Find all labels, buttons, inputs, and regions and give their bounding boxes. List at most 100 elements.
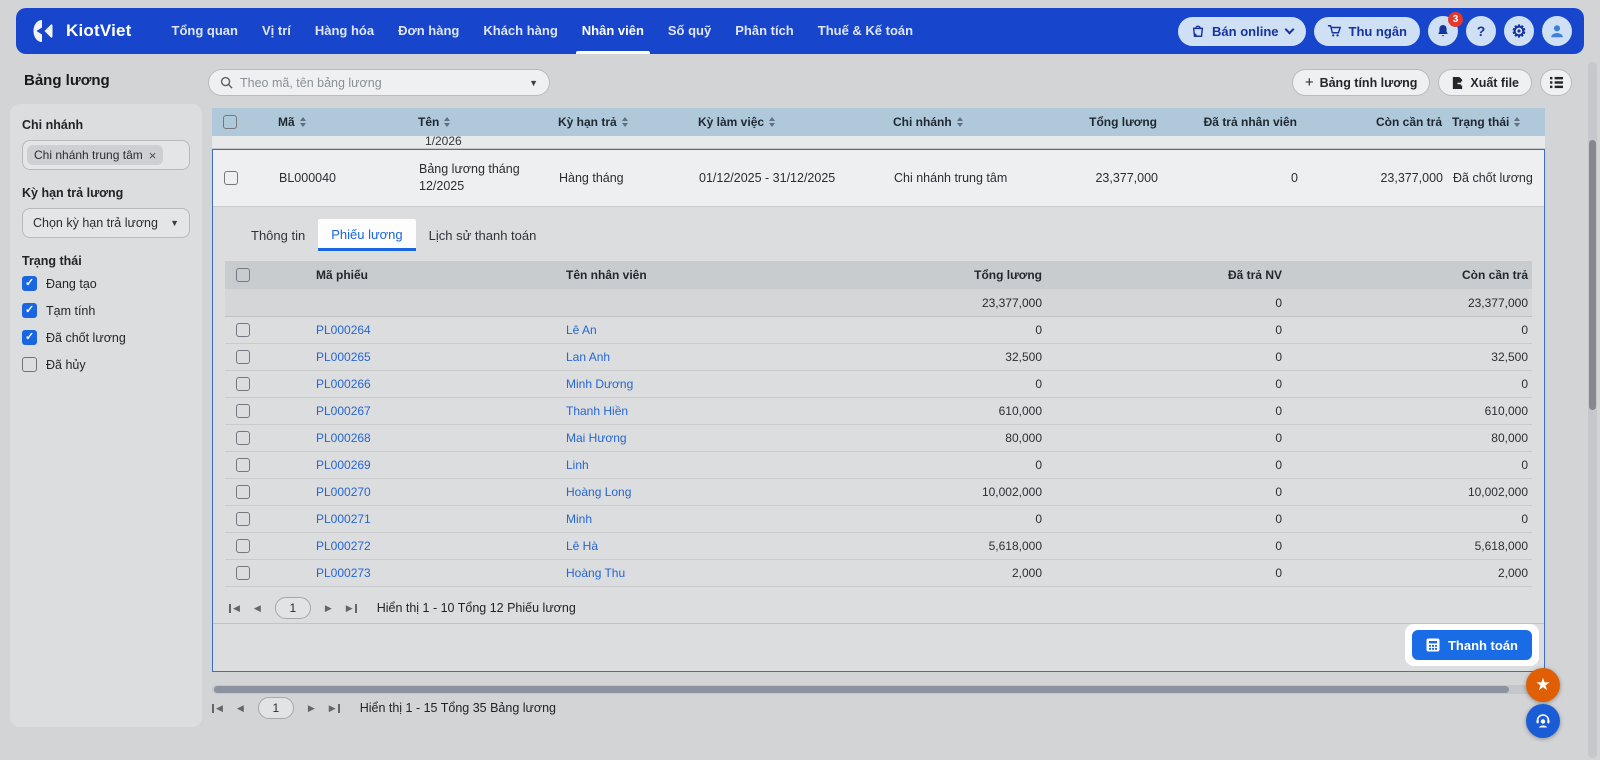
employee-name-link[interactable]: Minh Dương xyxy=(566,377,633,391)
payslip-row[interactable]: PL000266 Minh Dương 0 0 0 xyxy=(225,371,1532,398)
column-settings-button[interactable] xyxy=(1540,69,1572,96)
next-page-icon[interactable]: ▶ xyxy=(325,603,332,613)
pay-button[interactable]: Thanh toán xyxy=(1411,630,1532,660)
payslip-code-link[interactable]: PL000266 xyxy=(316,377,371,391)
payslip-checkbox[interactable] xyxy=(236,431,250,445)
search-caret-icon[interactable]: ▼ xyxy=(529,78,538,88)
prev-page-icon[interactable]: ◀ xyxy=(254,603,261,613)
employee-name-link[interactable]: Thanh Hiền xyxy=(566,404,628,418)
sort-icon[interactable] xyxy=(769,117,776,127)
nav-item-9[interactable]: Thuế & Kế toán xyxy=(806,8,925,54)
employee-name-link[interactable]: Linh xyxy=(566,458,589,472)
thu-ngan-button[interactable]: Thu ngân xyxy=(1313,16,1420,46)
tab-3[interactable]: Lịch sử thanh toán xyxy=(416,220,550,251)
payslip-code-link[interactable]: PL000267 xyxy=(316,404,371,418)
sort-icon[interactable] xyxy=(444,117,451,127)
term-filter-select[interactable]: Chọn kỳ hạn trả lương ▼ xyxy=(22,208,190,238)
payslip-code-link[interactable]: PL000271 xyxy=(316,512,371,526)
notifications-button[interactable]: 3 xyxy=(1428,12,1463,46)
payslip-checkbox[interactable] xyxy=(236,539,250,553)
payslip-select-all-checkbox[interactable] xyxy=(236,268,250,282)
employee-name-link[interactable]: Lê Hà xyxy=(566,539,598,553)
chip-close-icon[interactable]: × xyxy=(149,149,157,162)
payslip-code-link[interactable]: PL000265 xyxy=(316,350,371,364)
payslip-checkbox[interactable] xyxy=(236,377,250,391)
last-page-icon[interactable]: ▶ xyxy=(329,703,340,713)
payslip-row[interactable]: PL000270 Hoàng Long 10,002,000 0 10,002,… xyxy=(225,479,1532,506)
create-payroll-button[interactable]: + Bảng tính lương xyxy=(1291,69,1431,96)
page-number[interactable]: 1 xyxy=(274,597,311,619)
horizontal-scrollbar-thumb[interactable] xyxy=(214,686,1509,693)
row-checkbox[interactable] xyxy=(224,171,238,185)
checkbox-unchecked[interactable] xyxy=(22,357,37,372)
branch-filter-input[interactable]: Chi nhánh trung tâm × xyxy=(22,140,190,170)
export-file-button[interactable]: Xuất file xyxy=(1438,69,1532,96)
vertical-scrollbar-thumb[interactable] xyxy=(1589,140,1596,410)
prev-page-icon[interactable]: ◀ xyxy=(237,703,244,713)
payslip-code-link[interactable]: PL000273 xyxy=(316,566,371,580)
payslip-checkbox[interactable] xyxy=(236,566,250,580)
search-input[interactable] xyxy=(240,75,523,90)
checkbox-checked[interactable] xyxy=(22,303,37,318)
last-page-icon[interactable]: ▶ xyxy=(346,603,357,613)
search-bar[interactable]: ▼ xyxy=(208,69,550,96)
column-header[interactable]: Tên xyxy=(402,115,542,129)
column-header[interactable]: Kỳ làm việc xyxy=(682,115,877,129)
payslip-row[interactable]: PL000269 Linh 0 0 0 xyxy=(225,452,1532,479)
payslip-row[interactable]: PL000268 Mai Hương 80,000 0 80,000 xyxy=(225,425,1532,452)
payslip-code-link[interactable]: PL000272 xyxy=(316,539,371,553)
settings-button[interactable]: ⚙ xyxy=(1504,16,1534,46)
page-number[interactable]: 1 xyxy=(257,697,294,719)
next-page-icon[interactable]: ▶ xyxy=(308,703,315,713)
tab-2[interactable]: Phiếu lương xyxy=(318,219,416,251)
tab-1[interactable]: Thông tin xyxy=(238,220,318,251)
payslip-row[interactable]: PL000273 Hoàng Thu 2,000 0 2,000 xyxy=(225,560,1532,587)
employee-name-link[interactable]: Mai Hương xyxy=(566,431,627,445)
employee-name-link[interactable]: Hoàng Thu xyxy=(566,566,625,580)
rewards-floating-button[interactable]: ★ xyxy=(1526,668,1560,702)
payslip-row[interactable]: PL000265 Lan Anh 32,500 0 32,500 xyxy=(225,344,1532,371)
employee-name-link[interactable]: Lan Anh xyxy=(566,350,610,364)
payslip-checkbox[interactable] xyxy=(236,458,250,472)
checkbox-checked[interactable] xyxy=(22,330,37,345)
partially-visible-row[interactable]: 1/2026 xyxy=(212,136,1545,149)
nav-item-8[interactable]: Phân tích xyxy=(723,8,806,54)
payslip-row[interactable]: PL000264 Lê An 0 0 0 xyxy=(225,317,1532,344)
payslip-row[interactable]: PL000271 Minh 0 0 0 xyxy=(225,506,1532,533)
payslip-checkbox[interactable] xyxy=(236,404,250,418)
employee-name-link[interactable]: Minh xyxy=(566,512,592,526)
column-header[interactable]: Kỳ hạn trả xyxy=(542,115,682,129)
nav-item-7[interactable]: Số quỹ xyxy=(656,8,723,54)
payslip-code-link[interactable]: PL000269 xyxy=(316,458,371,472)
employee-name-link[interactable]: Hoàng Long xyxy=(566,485,631,499)
checkbox-checked[interactable] xyxy=(22,276,37,291)
payslip-checkbox[interactable] xyxy=(236,323,250,337)
nav-item-3[interactable]: Hàng hóa xyxy=(303,8,386,54)
status-filter-option-3[interactable]: Đã chốt lương xyxy=(22,330,190,345)
nav-item-2[interactable]: Vị trí xyxy=(250,8,303,54)
nav-item-5[interactable]: Khách hàng xyxy=(471,8,569,54)
payslip-code-link[interactable]: PL000270 xyxy=(316,485,371,499)
payslip-checkbox[interactable] xyxy=(236,512,250,526)
sort-icon[interactable] xyxy=(299,117,306,127)
payslip-checkbox[interactable] xyxy=(236,485,250,499)
support-floating-button[interactable] xyxy=(1526,704,1560,738)
status-filter-option-1[interactable]: Đang tạo xyxy=(22,276,190,291)
sort-icon[interactable] xyxy=(956,117,963,127)
nav-item-6[interactable]: Nhân viên xyxy=(570,8,656,54)
status-filter-option-2[interactable]: Tạm tính xyxy=(22,303,190,318)
ban-online-button[interactable]: Bán online xyxy=(1178,16,1306,46)
help-button[interactable]: ? xyxy=(1466,16,1496,46)
payslip-row[interactable]: PL000272 Lê Hà 5,618,000 0 5,618,000 xyxy=(225,533,1532,560)
column-header[interactable]: Chi nhánh xyxy=(877,115,1077,129)
payslip-checkbox[interactable] xyxy=(236,350,250,364)
payslip-code-link[interactable]: PL000268 xyxy=(316,431,371,445)
select-all-checkbox[interactable] xyxy=(223,115,237,129)
sort-icon[interactable] xyxy=(621,117,628,127)
payroll-row-BL000040[interactable]: BL000040 Bảng lương tháng 12/2025 Hàng t… xyxy=(213,150,1544,207)
sort-icon[interactable] xyxy=(1514,117,1521,127)
payslip-code-link[interactable]: PL000264 xyxy=(316,323,371,337)
first-page-icon[interactable]: ◀ xyxy=(212,703,223,713)
payslip-row[interactable]: PL000267 Thanh Hiền 610,000 0 610,000 xyxy=(225,398,1532,425)
employee-name-link[interactable]: Lê An xyxy=(566,323,597,337)
